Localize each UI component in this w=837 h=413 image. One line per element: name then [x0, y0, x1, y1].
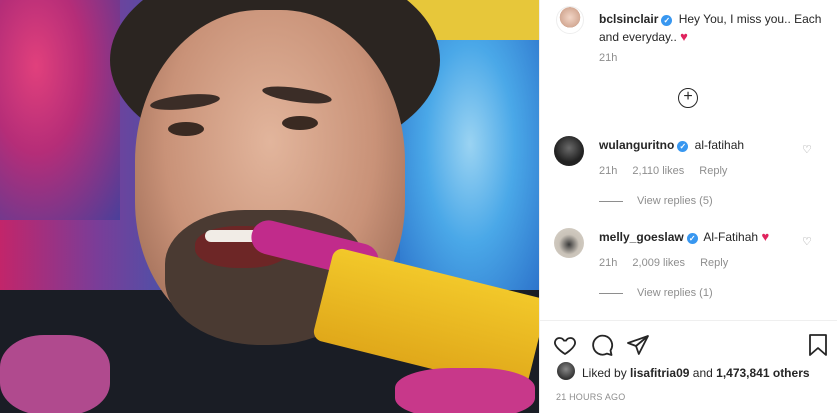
post-viewer: bclsinclair ✓ Hey You, I miss you.. Each … [0, 0, 837, 413]
comment: wulanguritno ✓ al-fatihah [599, 137, 744, 153]
post-photo[interactable] [0, 0, 539, 413]
comment-likes[interactable]: 2,009 likes [632, 257, 685, 269]
speech-bubble-icon[interactable] [590, 333, 614, 357]
replies-divider [599, 200, 623, 202]
verified-badge-icon: ✓ [677, 141, 689, 152]
comment: melly_goeslaw ✓ Al-Fatihah ♥ [599, 229, 769, 245]
liked-by-prefix: Liked by [582, 366, 627, 380]
comment-likes[interactable]: 2,110 likes [632, 165, 684, 177]
photo-eye-right [282, 116, 318, 130]
liker-username[interactable]: lisafitria09 [630, 366, 689, 380]
comment-like-icon[interactable]: ♡ [802, 143, 812, 156]
photo-bg-left [0, 0, 120, 220]
author-avatar[interactable] [556, 6, 584, 34]
view-replies-button[interactable]: View replies (1) [599, 287, 713, 299]
reply-button[interactable]: Reply [699, 165, 727, 177]
caption-time[interactable]: 21h [599, 52, 617, 64]
likes-summary: Liked by lisafitria09 and 1,473,841 othe… [582, 366, 810, 380]
paper-plane-icon[interactable] [626, 333, 650, 357]
photo-hand-right [395, 368, 535, 413]
post-timestamp[interactable]: 21 HOURS AGO [556, 392, 625, 402]
verified-badge-icon: ✓ [686, 233, 698, 244]
view-replies-button[interactable]: View replies (5) [599, 195, 713, 207]
liker-avatar[interactable] [557, 362, 575, 380]
commenter-avatar[interactable] [554, 136, 584, 166]
comments-panel: bclsinclair ✓ Hey You, I miss you.. Each … [539, 0, 837, 413]
comment-meta: 21h 2,110 likes Reply [599, 165, 739, 177]
view-replies-label: View replies (1) [637, 287, 713, 299]
reply-button[interactable]: Reply [700, 257, 728, 269]
comment-text: Al-Fatihah [703, 230, 759, 244]
red-heart-emoji: ♥ [761, 229, 770, 244]
author-username[interactable]: bclsinclair [599, 12, 658, 26]
action-bar: Liked by lisafitria09 and 1,473,841 othe… [540, 320, 837, 413]
comment-username[interactable]: wulanguritno [599, 138, 674, 152]
bookmark-icon[interactable] [806, 333, 830, 357]
verified-badge-icon: ✓ [661, 15, 673, 26]
comment-meta: 21h 2,009 likes Reply [599, 257, 740, 269]
post-caption: bclsinclair ✓ Hey You, I miss you.. Each … [599, 10, 829, 46]
view-replies-label: View replies (5) [637, 195, 713, 207]
comment-like-icon[interactable]: ♡ [802, 235, 812, 248]
comment-time[interactable]: 21h [599, 257, 617, 269]
photo-hand-left [0, 335, 110, 413]
photo-eye-left [168, 122, 204, 136]
heart-outline-icon[interactable] [553, 333, 577, 357]
likes-count[interactable]: 1,473,841 others [716, 366, 809, 380]
liked-by-joiner: and [692, 366, 713, 380]
plus-circle-icon[interactable]: + [678, 88, 698, 108]
comment-time[interactable]: 21h [599, 165, 617, 177]
comment-text: al-fatihah [694, 138, 745, 152]
comment-username[interactable]: melly_goeslaw [599, 230, 684, 244]
commenter-avatar[interactable] [554, 228, 584, 258]
replies-divider [599, 292, 623, 294]
red-heart-emoji: ♥ [680, 29, 688, 44]
